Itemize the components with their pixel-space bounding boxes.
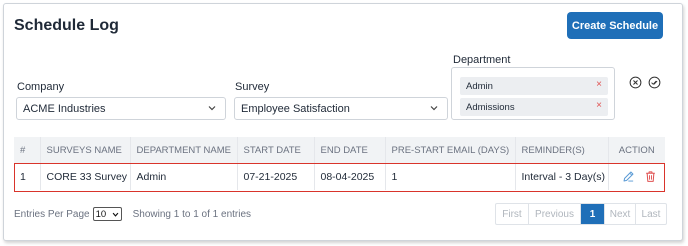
column-header-department-name: DEPARTMENT NAME (130, 137, 238, 163)
create-schedule-button[interactable]: Create Schedule (567, 12, 663, 39)
pagination-last[interactable]: Last (636, 204, 666, 224)
pagination: First Previous 1 Next Last (495, 203, 667, 225)
cell-start-date: 07-21-2025 (237, 163, 315, 190)
pagination-next[interactable]: Next (605, 204, 636, 224)
survey-label: Survey (235, 81, 270, 93)
cell-department-name: Admin (130, 163, 238, 190)
cell-action (608, 163, 665, 190)
department-chip-label: Admin (466, 80, 493, 92)
department-chip-label: Admissions (466, 101, 515, 113)
column-header-start-date: START DATE (237, 137, 315, 163)
cell-end-date: 08-04-2025 (314, 163, 386, 190)
column-header-end-date: END DATE (314, 137, 386, 163)
department-label: Department (453, 54, 511, 66)
table-header-row: # SURVEYS NAME DEPARTMENT NAME START DAT… (14, 137, 665, 163)
page-title: Schedule Log (14, 17, 119, 34)
schedule-table: # SURVEYS NAME DEPARTMENT NAME START DAT… (14, 137, 665, 190)
department-chip: Admin × (460, 77, 608, 95)
showing-entries-text: Showing 1 to 1 of 1 entries (132, 208, 252, 220)
entries-per-page-label: Entries Per Page (14, 208, 90, 220)
company-select[interactable]: ACME Industries (16, 97, 226, 120)
column-header-action: ACTION (608, 137, 665, 163)
entries-per-page-value: 10 (95, 208, 107, 220)
select-all-circle-icon[interactable] (648, 76, 661, 89)
department-multiselect[interactable]: Admin × Admissions × (451, 67, 615, 120)
survey-value: Employee Satisfaction (241, 102, 350, 115)
survey-select[interactable]: Employee Satisfaction (234, 97, 448, 120)
remove-chip-icon[interactable]: × (596, 79, 602, 90)
remove-chip-icon[interactable]: × (596, 100, 602, 111)
cell-number: 1 (14, 163, 41, 190)
column-header-reminders: REMINDER(S) (515, 137, 609, 163)
edit-pencil-icon[interactable] (622, 170, 635, 183)
entries-footer: Entries Per Page 10 Showing 1 to 1 of 1 … (14, 207, 251, 221)
chevron-down-icon (208, 106, 216, 111)
pagination-first[interactable]: First (496, 204, 529, 224)
chevron-down-icon (430, 106, 438, 111)
cell-reminders: Interval - 3 Day(s) (515, 163, 609, 190)
cell-pre-start-email: 1 (385, 163, 516, 190)
company-label: Company (17, 81, 65, 93)
table-row: 1 CORE 33 Survey Admin 07-21-2025 08-04-… (14, 163, 665, 190)
company-value: ACME Industries (23, 102, 106, 115)
pagination-previous[interactable]: Previous (529, 204, 581, 224)
chevron-down-icon (112, 212, 118, 217)
clear-circle-icon[interactable] (629, 76, 642, 89)
pagination-page-1[interactable]: 1 (581, 204, 605, 224)
column-header-survey-name: SURVEYS NAME (40, 137, 131, 163)
column-header-number: # (14, 137, 41, 163)
column-header-pre-start-email: PRE-START EMAIL (DAYS) (385, 137, 516, 163)
cell-survey-name: CORE 33 Survey (40, 163, 131, 190)
delete-trash-icon[interactable] (644, 170, 657, 183)
entries-per-page-select[interactable]: 10 (92, 207, 122, 221)
department-chip: Admissions × (460, 98, 608, 116)
